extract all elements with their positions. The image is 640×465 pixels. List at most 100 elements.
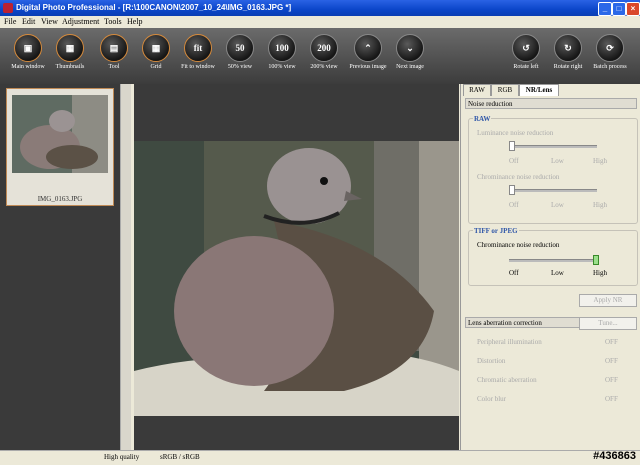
toolbar: ▣ Main window ▦ Thumbnails ▤ Tool ▦ Grid fit Fit … xyxy=(0,28,640,84)
toolbar-button-label: Grid xyxy=(150,64,162,70)
luminance-nr-label: Luminance noise reduction xyxy=(477,129,554,137)
luminance-nr-thumb[interactable] xyxy=(509,141,515,151)
rotate-left-icon: ↺ xyxy=(512,34,540,62)
toolbar-button-previous[interactable]: ⌃ Previous image xyxy=(346,34,390,71)
maximize-button[interactable]: □ xyxy=(612,2,626,16)
thumbnail-pane: IMG_0163.JPG xyxy=(0,84,120,450)
tiff-chroma-thumb[interactable] xyxy=(593,255,599,265)
tool-palette: RAW RGB NR/Lens Noise reduction RAW Lumi… xyxy=(460,84,640,450)
chrominance-off-label: Off xyxy=(509,201,519,209)
thumbnail-filename: IMG_0163.JPG xyxy=(37,195,83,203)
tool-icon: ▤ xyxy=(100,34,128,62)
rotate-right-icon: ↻ xyxy=(554,34,582,62)
chrominance-low-label: Low xyxy=(551,201,564,209)
tab-rgb[interactable]: RGB xyxy=(491,84,519,96)
tiff-chroma-slider[interactable] xyxy=(509,259,597,262)
menu-adjustment[interactable]: Adjustment xyxy=(62,17,99,26)
title-bar: Digital Photo Professional - [R:\100CANO… xyxy=(0,0,640,16)
lens-row-label: Distortion xyxy=(477,357,506,365)
status-colorspace: sRGB / sRGB xyxy=(160,453,200,461)
lens-row-value[interactable]: OFF xyxy=(605,376,618,384)
chrominance-nr-label: Chrominance noise reduction xyxy=(477,173,560,181)
toolbar-button-label: Next image xyxy=(396,64,424,70)
toolbar-button-grid[interactable]: ▦ Grid xyxy=(134,34,178,71)
menu-edit[interactable]: Edit xyxy=(22,17,35,26)
luminance-nr-slider[interactable] xyxy=(509,145,597,148)
luminance-high-label: High xyxy=(593,157,607,165)
toolbar-button-zoom-100[interactable]: 100 100% view xyxy=(260,34,304,71)
toolbar-button-label: Rotate left xyxy=(513,64,539,70)
raw-nr-group: RAW Luminance noise reduction Off Low Hi… xyxy=(468,115,638,224)
toolbar-button-label: Fit to window xyxy=(181,64,215,70)
toolbar-button-label: Tool xyxy=(108,64,120,70)
chrominance-nr-slider[interactable] xyxy=(509,189,597,192)
toolbar-button-zoom-50[interactable]: 50 50% view xyxy=(218,34,262,71)
toolbar-button-label: Main window xyxy=(11,64,45,70)
tiff-high-label: High xyxy=(593,269,607,277)
grid-icon: ▦ xyxy=(142,34,170,62)
thumbnail-image xyxy=(12,95,108,173)
previous-icon: ⌃ xyxy=(354,34,382,62)
tiff-group-title: TIFF or JPEG xyxy=(473,227,519,235)
thumbnail-card[interactable]: IMG_0163.JPG xyxy=(6,88,114,206)
menu-tools[interactable]: Tools xyxy=(104,17,122,26)
close-button[interactable]: × xyxy=(626,2,640,16)
menu-view[interactable]: View xyxy=(41,17,58,26)
toolbar-button-rotate-right[interactable]: ↻ Rotate right xyxy=(546,34,590,71)
thumbnail-scrollbar[interactable] xyxy=(120,84,131,450)
lens-row-value[interactable]: OFF xyxy=(605,357,618,365)
status-quality: High quality xyxy=(104,453,140,461)
tab-raw[interactable]: RAW xyxy=(463,84,491,96)
tiff-off-label: Off xyxy=(509,269,519,277)
zoom-50-icon: 50 xyxy=(226,34,254,62)
luminance-off-label: Off xyxy=(509,157,519,165)
toolbar-button-next[interactable]: ⌄ Next image xyxy=(388,34,432,71)
window-title: Digital Photo Professional - [R:\100CANO… xyxy=(16,3,292,12)
menu-help[interactable]: Help xyxy=(127,17,143,26)
watermark-text: #436863 xyxy=(593,450,636,462)
toolbar-button-thumbnails[interactable]: ▦ Thumbnails xyxy=(48,34,92,71)
lens-row-value[interactable]: OFF xyxy=(605,395,618,403)
tune-button[interactable]: Tune... xyxy=(579,317,637,330)
toolbar-button-label: 200% view xyxy=(310,64,338,70)
chrominance-high-label: High xyxy=(593,201,607,209)
menu-bar: File Edit View Adjustment Tools Help xyxy=(0,16,640,28)
toolbar-button-label: 50% view xyxy=(227,64,253,70)
app-icon xyxy=(3,3,13,13)
zoom-100-icon: 100 xyxy=(268,34,296,62)
chrominance-nr-thumb[interactable] xyxy=(509,185,515,195)
status-bar: High quality sRGB / sRGB xyxy=(0,450,640,465)
toolbar-button-batch[interactable]: ⟳ Batch process xyxy=(588,34,632,71)
next-icon: ⌄ xyxy=(396,34,424,62)
toolbar-button-main-window[interactable]: ▣ Main window xyxy=(6,34,50,71)
noise-reduction-header: Noise reduction xyxy=(465,98,637,109)
lens-row-label: Chromatic aberration xyxy=(477,376,537,384)
lens-row-label: Color blur xyxy=(477,395,506,403)
thumbnails-icon: ▦ xyxy=(56,34,84,62)
toolbar-button-label: Rotate right xyxy=(553,64,583,70)
raw-group-title: RAW xyxy=(473,115,492,123)
toolbar-button-label: 100% view xyxy=(268,64,296,70)
toolbar-button-rotate-left[interactable]: ↺ Rotate left xyxy=(504,34,548,71)
luminance-low-label: Low xyxy=(551,157,564,165)
lens-row-value[interactable]: OFF xyxy=(605,338,618,346)
fit-icon: fit xyxy=(184,34,212,62)
toolbar-button-tool[interactable]: ▤ Tool xyxy=(92,34,136,71)
toolbar-button-zoom-200[interactable]: 200 200% view xyxy=(302,34,346,71)
image-view[interactable] xyxy=(134,84,459,450)
toolbar-button-label: Batch process xyxy=(593,64,627,70)
lens-row-label: Peripheral illumination xyxy=(477,338,542,346)
tab-nr-lens[interactable]: NR/Lens xyxy=(519,84,559,96)
toolbar-button-label: Thumbnails xyxy=(55,64,85,70)
toolbar-button-fit[interactable]: fit Fit to window xyxy=(176,34,220,71)
toolbar-button-label: Previous image xyxy=(349,64,387,70)
menu-file[interactable]: File xyxy=(4,17,16,26)
apply-nr-button[interactable]: Apply NR xyxy=(579,294,637,307)
minimize-button[interactable]: _ xyxy=(598,2,612,16)
zoom-200-icon: 200 xyxy=(310,34,338,62)
batch-icon: ⟳ xyxy=(596,34,624,62)
tiff-nr-group: TIFF or JPEG Chrominance noise reduction… xyxy=(468,227,638,286)
tiff-low-label: Low xyxy=(551,269,564,277)
main-photo xyxy=(134,141,459,416)
tiff-chroma-label: Chrominance noise reduction xyxy=(477,241,560,249)
